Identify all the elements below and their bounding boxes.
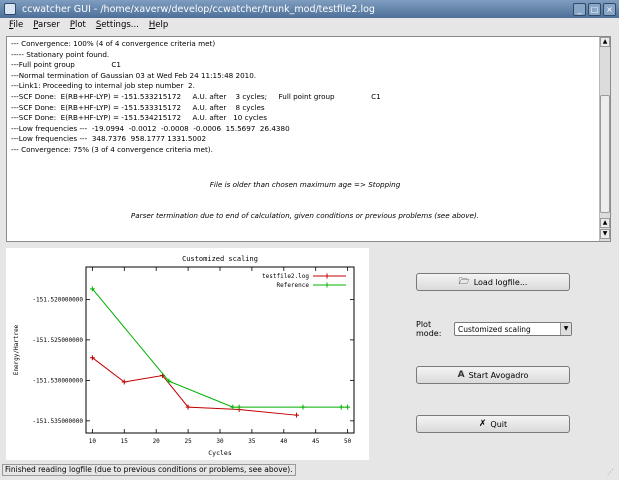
energy-plot: Customized scaling Cycles Energy/Hartree 10…	[6, 248, 369, 460]
plot-mode-row: Plot mode: Customized scaling ▼	[416, 320, 572, 338]
log-line: ---Normal termination of Gaussian 03 at …	[11, 70, 257, 80]
window-buttons: _ □ ×	[573, 2, 616, 16]
x-tick-label: 15	[121, 438, 129, 445]
log-line: ---SCF Done: E(RB+HF-LYP) = -151.5333151…	[11, 102, 265, 112]
start-avogadro-label: Start Avogadro	[468, 370, 529, 380]
legend-label: Reference	[276, 282, 309, 289]
series-line-0	[92, 357, 297, 416]
log-line: --- Convergence: 100% (4 of 4 convergenc…	[11, 39, 216, 48]
y-tick-label: -151.525000000	[32, 337, 83, 344]
menu-parser[interactable]: Parser	[28, 20, 65, 30]
x-tick-label: 25	[184, 438, 192, 445]
y-tick-label: -151.535000000	[32, 418, 83, 425]
log-line: --- Convergence: 75% (3 of 4 convergence…	[11, 144, 213, 154]
y-tick-label: -151.530000000	[32, 377, 83, 384]
minimize-button[interactable]: _	[573, 2, 586, 16]
scroll-up-arrow-icon[interactable]: ▲	[600, 37, 610, 47]
plot-mode-value: Customized scaling	[458, 324, 531, 334]
legend-marker	[324, 273, 330, 279]
x-tick-label: 30	[216, 438, 224, 445]
scroll-down-arrow-icon[interactable]: ▼	[600, 229, 610, 239]
load-logfile-button[interactable]: 🗁 Load logfile...	[416, 273, 570, 291]
data-point	[236, 404, 242, 410]
y-tick-label: -151.520000000	[32, 296, 83, 303]
folder-icon: 🗁	[458, 277, 470, 287]
app-icon[interactable]	[4, 3, 16, 15]
log-line: ---Low frequencies --- -19.0994 -0.0012 …	[11, 123, 290, 133]
quit-icon: ✗	[478, 419, 487, 429]
title-bar[interactable]: ccwatcher GUI - /home/xaverw/develop/ccw…	[0, 0, 619, 18]
status-bar: Finished reading logfile (due to previou…	[2, 464, 296, 476]
load-logfile-label: Load logfile...	[473, 277, 528, 287]
data-point	[345, 404, 351, 410]
data-point	[338, 404, 344, 410]
avogadro-icon: A	[457, 370, 465, 380]
y-axis-label: Energy/Hartree	[13, 324, 20, 375]
x-tick-label: 50	[344, 438, 352, 445]
menu-plot[interactable]: Plot	[65, 20, 91, 30]
plot-mode-label: Plot mode:	[416, 320, 442, 338]
legend-label: testfile2.log	[262, 273, 309, 280]
log-line: ---SCF Done: E(RB+HF-LYP) = -151.5332151…	[11, 91, 381, 101]
log-line: ---Link1: Proceeding to internal job ste…	[11, 81, 195, 91]
log-line: ---SCF Done: E(RB+HF-LYP) = -151.5342151…	[11, 113, 267, 123]
menu-bar: File Parser Plot Settings... Help	[0, 18, 619, 32]
chart-title: Customized scaling	[182, 255, 258, 263]
log-scrollbar[interactable]: ▲ ▲ ▼	[599, 37, 610, 241]
x-tick-label: 45	[312, 438, 320, 445]
chevron-down-icon[interactable]: ▼	[560, 323, 571, 335]
quit-label: Quit	[490, 419, 508, 429]
x-tick-label: 40	[280, 438, 288, 445]
log-termination-notice: Parser termination due to end of calcula…	[130, 211, 480, 220]
menu-help[interactable]: Help	[144, 20, 173, 30]
log-lines: --- Convergence: 100% (4 of 4 convergenc…	[11, 39, 597, 156]
start-avogadro-button[interactable]: A Start Avogadro	[416, 366, 570, 384]
close-button[interactable]: ×	[603, 2, 616, 16]
scroll-thumb[interactable]	[600, 95, 610, 213]
window-title: ccwatcher GUI - /home/xaverw/develop/ccw…	[22, 3, 375, 15]
data-point	[300, 404, 306, 410]
log-line: ---Full point group C1	[11, 60, 121, 70]
legend-marker	[324, 282, 330, 288]
x-tick-label: 10	[89, 438, 97, 445]
plot-frame	[85, 266, 355, 434]
resize-grip-icon[interactable]: ⋰	[607, 468, 617, 478]
log-line: ---Low frequencies --- 348.7376 958.1777…	[11, 134, 207, 144]
series-line-1	[91, 288, 348, 408]
quit-button[interactable]: ✗ Quit	[416, 415, 570, 433]
menu-settings[interactable]: Settings...	[91, 20, 144, 30]
menu-file[interactable]: File	[4, 20, 28, 30]
data-point	[294, 412, 300, 418]
x-tick-label: 35	[248, 438, 256, 445]
log-age-notice: File is older than chosen maximum age =>…	[209, 180, 401, 189]
plot-mode-select[interactable]: Customized scaling ▼	[454, 322, 572, 336]
maximize-button[interactable]: □	[588, 2, 601, 16]
energy-chart: Customized scaling Cycles Energy/Hartree 10…	[13, 255, 355, 457]
log-output[interactable]: --- Convergence: 100% (4 of 4 convergenc…	[6, 36, 611, 242]
log-line: ----- Stationary point found.	[11, 49, 110, 59]
x-tick-label: 20	[153, 438, 161, 445]
scroll-up-arrow-icon[interactable]: ▲	[600, 218, 610, 228]
x-axis-label: Cycles	[208, 449, 232, 457]
